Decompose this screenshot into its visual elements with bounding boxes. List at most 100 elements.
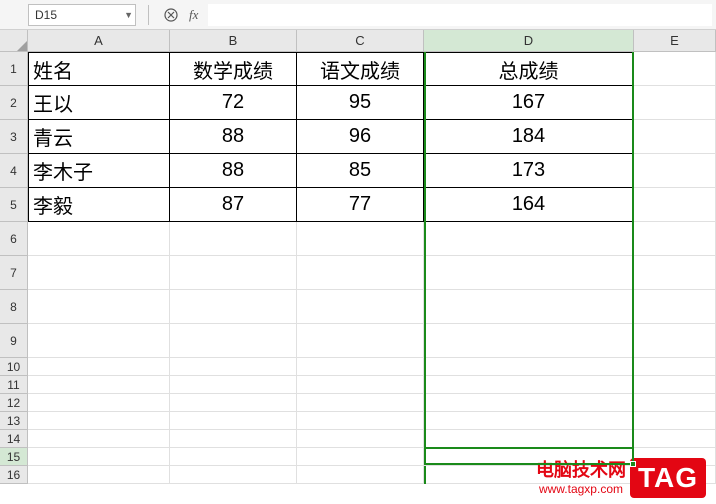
cell-B8[interactable]: [170, 290, 297, 324]
cell-B4[interactable]: 88: [170, 154, 297, 188]
cell-C3[interactable]: 96: [297, 120, 424, 154]
cell-C16[interactable]: [297, 466, 424, 484]
cell-B9[interactable]: [170, 324, 297, 358]
row-header-2[interactable]: 2: [0, 86, 28, 120]
cell-B14[interactable]: [170, 430, 297, 448]
row-header-7[interactable]: 7: [0, 256, 28, 290]
row-header-16[interactable]: 16: [0, 466, 28, 484]
col-header-B[interactable]: B: [170, 30, 297, 52]
dropdown-icon[interactable]: ▼: [124, 10, 133, 20]
cell-B3[interactable]: 88: [170, 120, 297, 154]
cell-C9[interactable]: [297, 324, 424, 358]
cell-E12[interactable]: [634, 394, 716, 412]
cell-C6[interactable]: [297, 222, 424, 256]
cell-C13[interactable]: [297, 412, 424, 430]
cell-A1[interactable]: 姓名: [28, 52, 170, 86]
cell-C8[interactable]: [297, 290, 424, 324]
cell-D6[interactable]: [424, 222, 634, 256]
cell-C2[interactable]: 95: [297, 86, 424, 120]
col-header-D[interactable]: D: [424, 30, 634, 52]
row-header-4[interactable]: 4: [0, 154, 28, 188]
cell-C11[interactable]: [297, 376, 424, 394]
cell-B1[interactable]: 数学成绩: [170, 52, 297, 86]
cell-B2[interactable]: 72: [170, 86, 297, 120]
cell-C4[interactable]: 85: [297, 154, 424, 188]
cell-B12[interactable]: [170, 394, 297, 412]
cell-D3[interactable]: 184: [424, 120, 634, 154]
row-header-8[interactable]: 8: [0, 290, 28, 324]
name-box[interactable]: D15 ▼: [28, 4, 136, 26]
row-header-11[interactable]: 11: [0, 376, 28, 394]
cell-B6[interactable]: [170, 222, 297, 256]
cell-A6[interactable]: [28, 222, 170, 256]
cell-D10[interactable]: [424, 358, 634, 376]
cell-A10[interactable]: [28, 358, 170, 376]
cell-C7[interactable]: [297, 256, 424, 290]
row-header-14[interactable]: 14: [0, 430, 28, 448]
cell-B11[interactable]: [170, 376, 297, 394]
select-all-corner[interactable]: [0, 30, 28, 52]
cell-E3[interactable]: [634, 120, 716, 154]
cell-A14[interactable]: [28, 430, 170, 448]
cell-A11[interactable]: [28, 376, 170, 394]
fx-label[interactable]: fx: [189, 7, 198, 23]
cell-A16[interactable]: [28, 466, 170, 484]
cell-B15[interactable]: [170, 448, 297, 466]
cell-A15[interactable]: [28, 448, 170, 466]
cell-A5[interactable]: 李毅: [28, 188, 170, 222]
cell-E8[interactable]: [634, 290, 716, 324]
cell-E11[interactable]: [634, 376, 716, 394]
cell-B10[interactable]: [170, 358, 297, 376]
cell-D13[interactable]: [424, 412, 634, 430]
cell-A3[interactable]: 青云: [28, 120, 170, 154]
cell-D7[interactable]: [424, 256, 634, 290]
row-header-9[interactable]: 9: [0, 324, 28, 358]
cell-C15[interactable]: [297, 448, 424, 466]
cell-C1[interactable]: 语文成绩: [297, 52, 424, 86]
cell-D11[interactable]: [424, 376, 634, 394]
cell-A8[interactable]: [28, 290, 170, 324]
col-header-E[interactable]: E: [634, 30, 716, 52]
col-header-C[interactable]: C: [297, 30, 424, 52]
cell-D14[interactable]: [424, 430, 634, 448]
cell-E6[interactable]: [634, 222, 716, 256]
row-header-13[interactable]: 13: [0, 412, 28, 430]
cell-D4[interactable]: 173: [424, 154, 634, 188]
cell-B13[interactable]: [170, 412, 297, 430]
cell-E10[interactable]: [634, 358, 716, 376]
cell-E4[interactable]: [634, 154, 716, 188]
cell-A12[interactable]: [28, 394, 170, 412]
cell-C10[interactable]: [297, 358, 424, 376]
cell-D12[interactable]: [424, 394, 634, 412]
row-header-3[interactable]: 3: [0, 120, 28, 154]
cell-D8[interactable]: [424, 290, 634, 324]
cell-B5[interactable]: 87: [170, 188, 297, 222]
cell-C14[interactable]: [297, 430, 424, 448]
cell-D1[interactable]: 总成绩: [424, 52, 634, 86]
cell-E7[interactable]: [634, 256, 716, 290]
row-header-15[interactable]: 15: [0, 448, 28, 466]
cell-E14[interactable]: [634, 430, 716, 448]
cell-E9[interactable]: [634, 324, 716, 358]
cell-B16[interactable]: [170, 466, 297, 484]
cell-D2[interactable]: 167: [424, 86, 634, 120]
cell-E5[interactable]: [634, 188, 716, 222]
cell-A7[interactable]: [28, 256, 170, 290]
cell-E2[interactable]: [634, 86, 716, 120]
cell-D9[interactable]: [424, 324, 634, 358]
cell-A4[interactable]: 李木子: [28, 154, 170, 188]
cell-A13[interactable]: [28, 412, 170, 430]
row-header-1[interactable]: 1: [0, 52, 28, 86]
cell-C5[interactable]: 77: [297, 188, 424, 222]
cell-C12[interactable]: [297, 394, 424, 412]
col-header-A[interactable]: A: [28, 30, 170, 52]
row-header-5[interactable]: 5: [0, 188, 28, 222]
cell-A2[interactable]: 王以: [28, 86, 170, 120]
cancel-icon[interactable]: [161, 5, 181, 25]
row-header-6[interactable]: 6: [0, 222, 28, 256]
cell-A9[interactable]: [28, 324, 170, 358]
formula-bar[interactable]: [208, 4, 712, 26]
cell-E1[interactable]: [634, 52, 716, 86]
cell-B7[interactable]: [170, 256, 297, 290]
cell-E13[interactable]: [634, 412, 716, 430]
